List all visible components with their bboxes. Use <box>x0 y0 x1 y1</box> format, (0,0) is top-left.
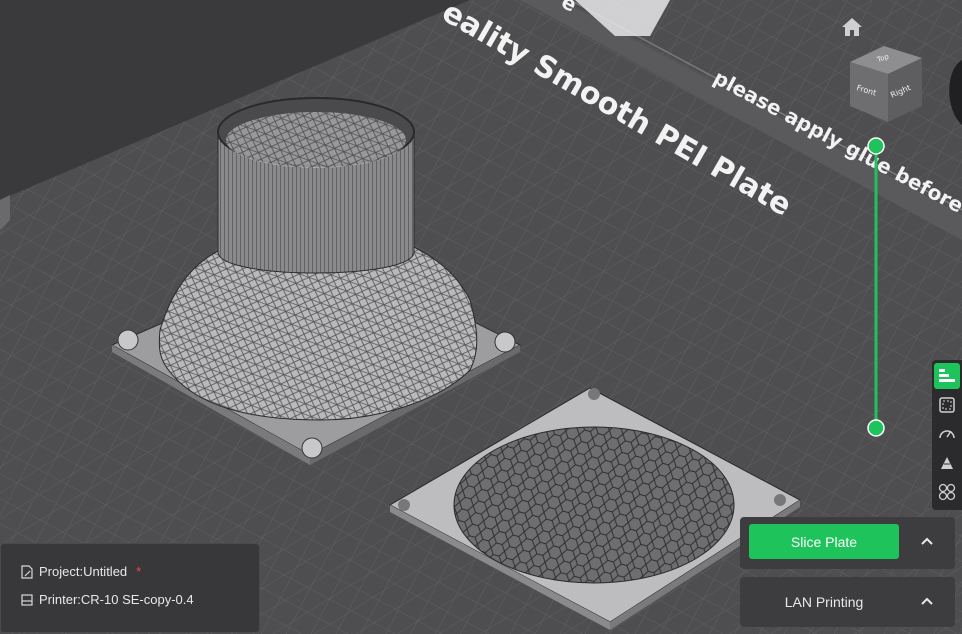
support-paint-button[interactable] <box>934 450 960 476</box>
chevron-up-icon <box>921 597 933 605</box>
layer-slider-top-handle[interactable] <box>867 137 885 155</box>
printer-label: Printer:CR-10 SE-copy-0.4 <box>39 592 194 607</box>
lan-printing-group: LAN Printing <box>740 577 955 627</box>
layers-icon <box>939 369 955 382</box>
print-options-button[interactable] <box>914 588 940 614</box>
file-icon <box>21 564 33 579</box>
project-info-panel: Project:Untitled * Printer:CR-10 SE-copy-… <box>0 543 260 633</box>
slice-options-button[interactable] <box>914 528 940 554</box>
home-view-button[interactable] <box>840 16 864 38</box>
project-modified-mark: * <box>136 564 142 579</box>
side-toolbar <box>932 360 962 510</box>
lan-printing-button[interactable]: LAN Printing <box>749 584 899 619</box>
chevron-up-icon <box>921 537 933 545</box>
view-cube[interactable]: Top Front Right <box>842 40 952 130</box>
arrange-icon <box>938 483 956 501</box>
speed-gauge-button[interactable] <box>934 421 960 447</box>
select-frame-button[interactable] <box>934 392 960 418</box>
project-row: Project:Untitled * <box>21 564 141 579</box>
slice-plate-button[interactable]: Slice Plate <box>749 524 899 559</box>
support-paint-icon <box>941 457 953 469</box>
layers-button[interactable] <box>934 363 960 389</box>
slice-plate-group: Slice Plate <box>740 517 955 569</box>
arrange-button[interactable] <box>934 479 960 505</box>
layer-slider-bottom-handle[interactable] <box>867 419 885 437</box>
home-icon <box>842 18 862 36</box>
printer-row: Printer:CR-10 SE-copy-0.4 <box>21 592 194 607</box>
project-label: Project:Untitled <box>39 564 128 579</box>
printer-icon <box>21 593 33 606</box>
select-frame-icon <box>939 397 955 413</box>
speed-gauge-icon <box>939 430 955 439</box>
